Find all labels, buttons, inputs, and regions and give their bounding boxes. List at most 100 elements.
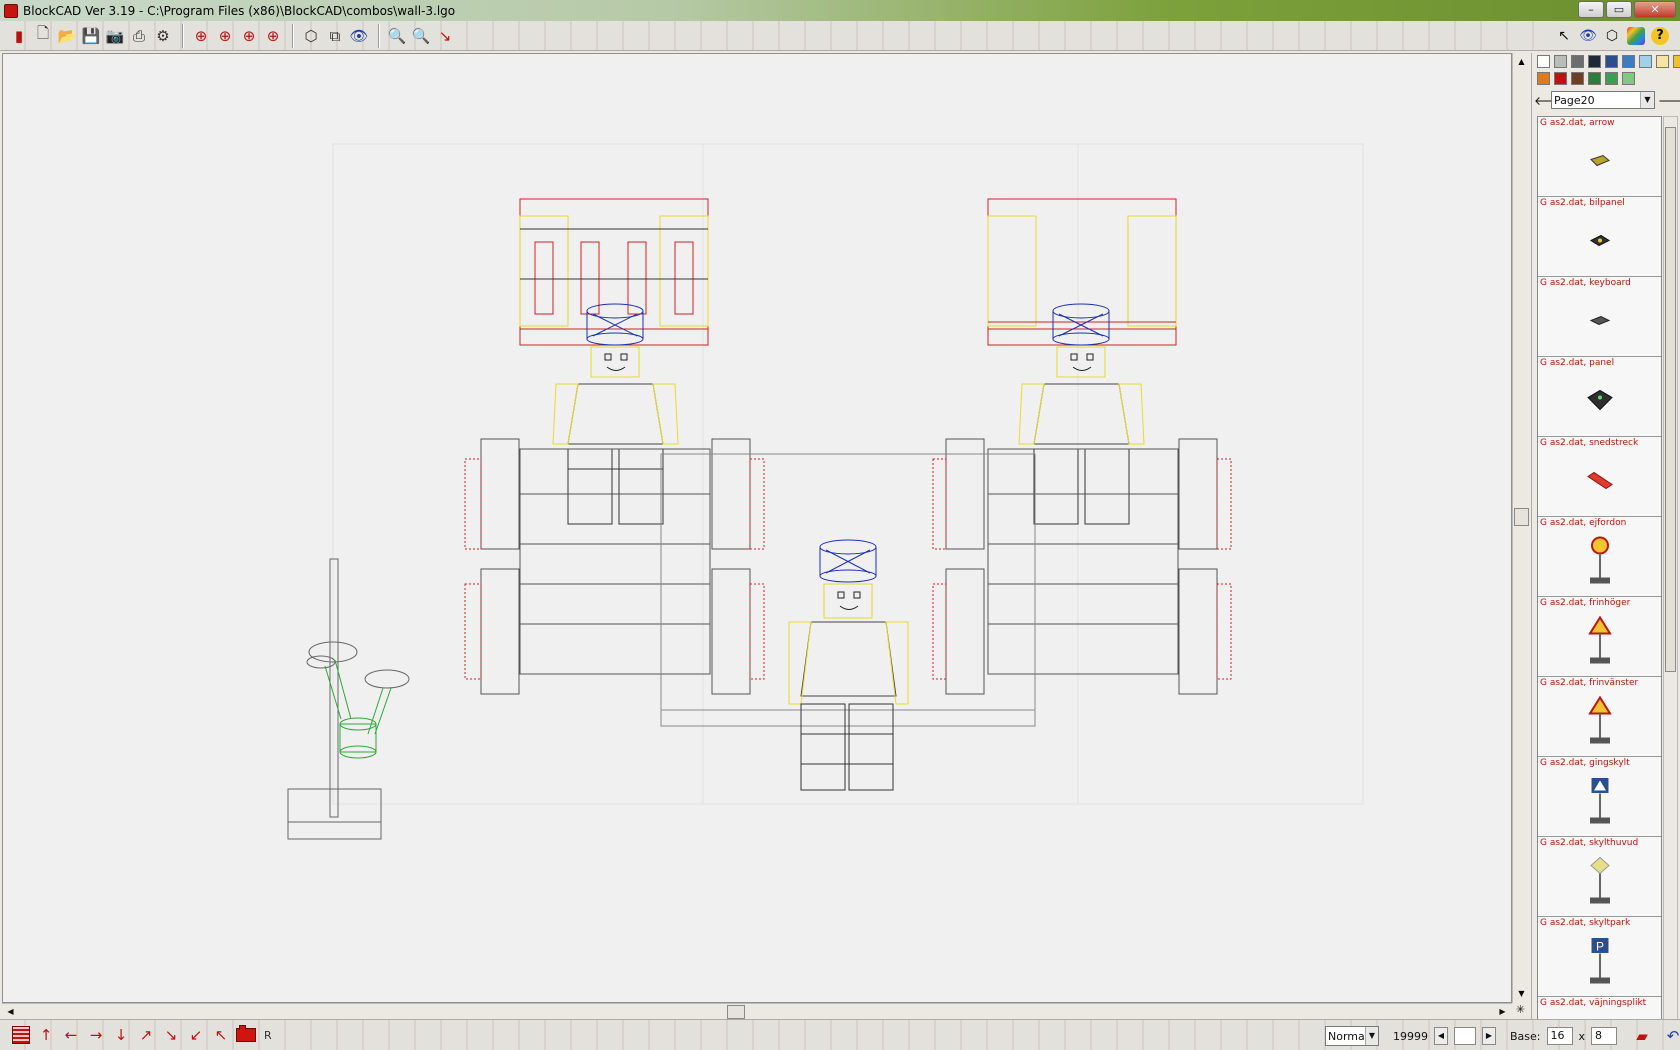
- page-selector-row: 🡐 Page20 ▼ 🡒: [1534, 90, 1680, 110]
- decrement-icon[interactable]: ◀: [1434, 1027, 1448, 1045]
- part-item[interactable]: G as2.dat, frinhöger: [1538, 597, 1661, 677]
- part-thumbnail-icon: [1589, 154, 1610, 167]
- part-thumbnail: [1587, 536, 1613, 589]
- part-item[interactable]: G as2.dat, skyltpark P: [1538, 917, 1661, 997]
- part-item[interactable]: G as2.dat, arrow: [1538, 117, 1661, 197]
- mode-select[interactable]: Norma ▼: [1325, 1026, 1379, 1046]
- print-icon[interactable]: ⎙: [128, 25, 150, 47]
- zoom-in-icon[interactable]: 🔍: [386, 25, 408, 47]
- help-icon[interactable]: ?: [1650, 25, 1670, 47]
- color-swatch[interactable]: [1554, 55, 1567, 68]
- camera-icon[interactable]: 📷: [104, 25, 126, 47]
- base-depth-input[interactable]: 8: [1591, 1027, 1618, 1045]
- next-page-icon[interactable]: 🡒: [1658, 93, 1680, 108]
- brick-3d-icon[interactable]: ▰: [1631, 1025, 1653, 1047]
- right-vehicle: [932, 198, 1232, 695]
- scroll-thumb[interactable]: [1665, 127, 1676, 672]
- step-field[interactable]: [1454, 1027, 1476, 1045]
- arrow-se-icon[interactable]: ↘: [160, 1024, 182, 1046]
- color-swatch[interactable]: [1673, 55, 1680, 68]
- color-swatch[interactable]: [1622, 72, 1635, 85]
- part-item[interactable]: G as2.dat, frinvänster: [1538, 677, 1661, 757]
- eye-icon[interactable]: 👁: [348, 25, 370, 47]
- scroll-thumb[interactable]: [727, 1005, 745, 1019]
- part-item[interactable]: G as2.dat, gingskylt: [1538, 757, 1661, 837]
- part-item[interactable]: G as2.dat, panel: [1538, 357, 1661, 437]
- color-swatch[interactable]: [1622, 55, 1635, 68]
- part-thumbnail-icon: [1589, 777, 1610, 824]
- canvas-vertical-scrollbar[interactable]: ▲ ▼: [1512, 53, 1529, 1003]
- arrow-nw-icon[interactable]: ↖: [210, 1024, 232, 1046]
- brick-icon[interactable]: [235, 1024, 257, 1046]
- eye-icon[interactable]: 👁: [1578, 25, 1598, 47]
- arrow-sw-icon[interactable]: ↙: [185, 1024, 207, 1046]
- arrow-right-icon[interactable]: →: [85, 1024, 107, 1046]
- color-swatch[interactable]: [1571, 72, 1584, 85]
- open-folder-icon[interactable]: 📂: [56, 25, 78, 47]
- color-rainbow-icon[interactable]: [1626, 25, 1646, 47]
- pointer-icon[interactable]: ↖: [1554, 25, 1574, 47]
- scroll-thumb[interactable]: [1514, 508, 1529, 526]
- arrow-up-icon[interactable]: ↑: [35, 1024, 57, 1046]
- rotate-right-icon[interactable]: ⊕: [262, 25, 284, 47]
- part-item[interactable]: G as2.dat, skylthuvud: [1538, 837, 1661, 917]
- color-swatch[interactable]: [1554, 72, 1567, 85]
- color-swatch[interactable]: [1656, 55, 1669, 68]
- arrow-ne-icon[interactable]: ↗: [135, 1024, 157, 1046]
- part-item[interactable]: G as2.dat, bilpanel: [1538, 197, 1661, 277]
- scroll-down-icon[interactable]: ▼: [1515, 987, 1528, 1000]
- canvas-horizontal-scrollbar[interactable]: ◀ ▶: [2, 1003, 1512, 1019]
- color-swatch[interactable]: [1571, 55, 1584, 68]
- blockcad-logo-icon[interactable]: ▮: [8, 25, 30, 47]
- part-label: G as2.dat, arrow: [1540, 118, 1615, 128]
- save-icon[interactable]: 💾: [80, 25, 102, 47]
- tool-icon[interactable]: ↘: [434, 25, 456, 47]
- part-label: G as2.dat, keyboard: [1540, 278, 1631, 288]
- view-flat-icon[interactable]: ⬡: [300, 25, 322, 47]
- color-swatch[interactable]: [1537, 72, 1550, 85]
- color-swatch[interactable]: [1588, 55, 1601, 68]
- base-width-input[interactable]: 16: [1546, 1027, 1573, 1045]
- arrow-down-icon[interactable]: ↓: [110, 1024, 132, 1046]
- undo-icon[interactable]: ↶: [1662, 1025, 1680, 1047]
- color-swatch[interactable]: [1605, 55, 1618, 68]
- part-label: G as2.dat, gingskylt: [1540, 758, 1630, 768]
- scroll-left-icon[interactable]: ◀: [4, 1005, 17, 1018]
- model-canvas[interactable]: [2, 53, 1512, 1003]
- prev-page-icon[interactable]: 🡐: [1534, 93, 1566, 108]
- new-file-icon[interactable]: 🗋: [32, 24, 54, 47]
- part-thumbnail-icon: [1589, 315, 1610, 326]
- toolbar-separator: [292, 23, 294, 48]
- maximize-button[interactable]: ▭: [1606, 1, 1632, 18]
- pan-icon[interactable]: ✳: [1512, 1003, 1529, 1019]
- part-item[interactable]: G as2.dat, väjningsplikt: [1538, 997, 1661, 1020]
- parts-scrollbar[interactable]: [1663, 116, 1678, 1021]
- page-select[interactable]: Page20 ▼: [1551, 91, 1655, 109]
- mode-select-value: Norma: [1328, 1029, 1365, 1043]
- settings-gear-icon[interactable]: ⚙: [152, 25, 174, 47]
- color-swatch[interactable]: [1605, 72, 1618, 85]
- rotate-left-icon[interactable]: ⊕: [190, 25, 212, 47]
- scroll-up-icon[interactable]: ▲: [1515, 55, 1528, 68]
- color-swatch[interactable]: [1537, 55, 1550, 68]
- zoom-out-icon[interactable]: 🔍: [410, 25, 432, 47]
- close-button[interactable]: ✕: [1634, 1, 1676, 18]
- arrow-left-icon[interactable]: ←: [60, 1024, 82, 1046]
- part-item[interactable]: G as2.dat, ejfordon: [1538, 517, 1661, 597]
- minimize-button[interactable]: –: [1578, 1, 1604, 18]
- grid-icon[interactable]: [10, 1024, 32, 1046]
- layer-icon[interactable]: ⬡: [1602, 25, 1622, 47]
- part-item[interactable]: G as2.dat, snedstreck: [1538, 437, 1661, 517]
- part-thumbnail: [1587, 615, 1613, 669]
- increment-icon[interactable]: ▶: [1482, 1027, 1496, 1045]
- color-swatch[interactable]: [1588, 72, 1601, 85]
- part-thumbnail: [1589, 154, 1611, 171]
- rotate-up-icon[interactable]: ⊕: [214, 25, 236, 47]
- part-thumbnail: [1587, 695, 1613, 749]
- view-3d-icon[interactable]: ⧉: [324, 25, 346, 47]
- part-item[interactable]: G as2.dat, keyboard: [1538, 277, 1661, 357]
- part-label: G as2.dat, ejfordon: [1540, 518, 1627, 528]
- scroll-right-icon[interactable]: ▶: [1496, 1005, 1509, 1018]
- color-swatch[interactable]: [1639, 55, 1652, 68]
- rotate-down-icon[interactable]: ⊕: [238, 25, 260, 47]
